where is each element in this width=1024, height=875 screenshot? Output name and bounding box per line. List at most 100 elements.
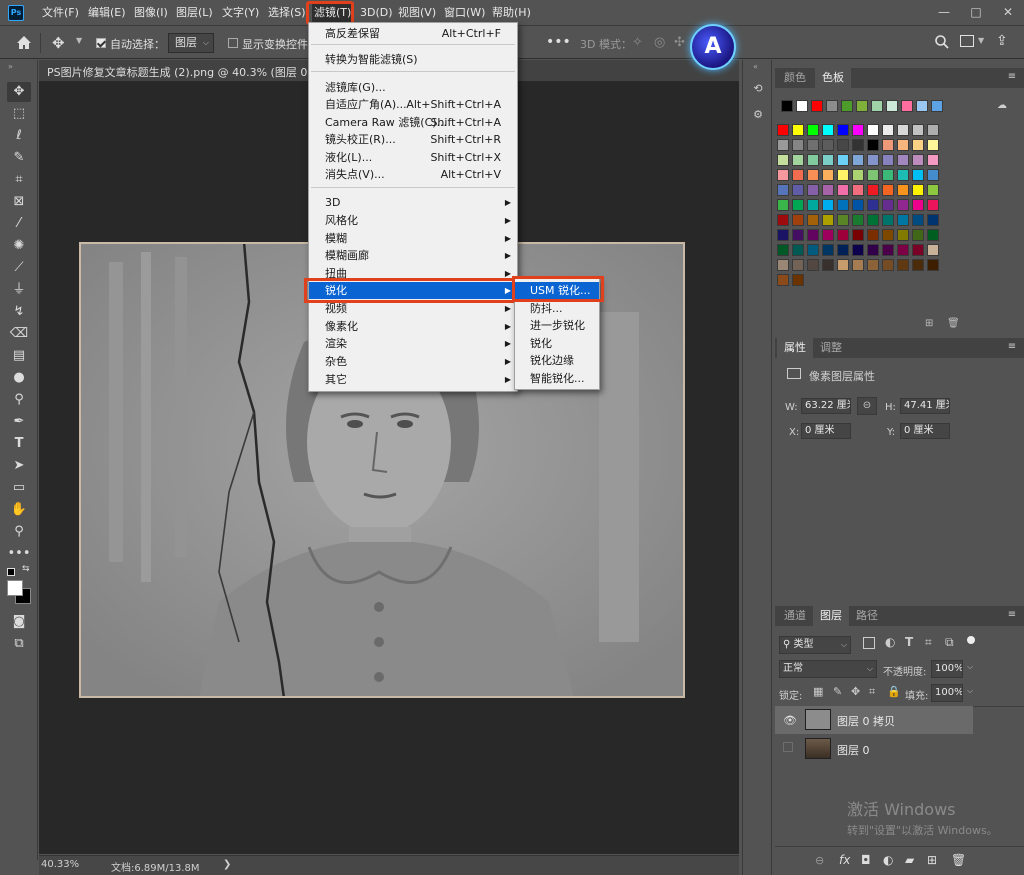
swatch[interactable] bbox=[897, 229, 909, 241]
swatch[interactable] bbox=[927, 184, 939, 196]
tab-layers[interactable]: 图层 bbox=[813, 606, 849, 626]
status-menu-arrow[interactable]: ❯ bbox=[223, 859, 231, 870]
swatch[interactable] bbox=[867, 184, 879, 196]
swatch[interactable] bbox=[927, 214, 939, 226]
x-field[interactable]: 0 厘米 bbox=[801, 423, 851, 439]
swatch[interactable] bbox=[837, 154, 849, 166]
swatch[interactable] bbox=[792, 199, 804, 211]
eye-icon[interactable]: 👁 bbox=[783, 714, 797, 727]
menu-item-blur[interactable]: 模糊 ▶ bbox=[309, 230, 517, 247]
swatch[interactable] bbox=[807, 259, 819, 271]
cloud-library-icon[interactable]: ☁ bbox=[997, 100, 1011, 112]
swatch[interactable] bbox=[867, 259, 879, 271]
swatch[interactable] bbox=[927, 199, 939, 211]
swatch[interactable] bbox=[867, 229, 879, 241]
menu-item-camera-raw[interactable]: Camera Raw 滤镜(C)... Shift+Ctrl+A bbox=[309, 114, 517, 131]
swatch[interactable] bbox=[777, 169, 789, 181]
swatch[interactable] bbox=[792, 259, 804, 271]
chevron-down-icon[interactable]: ⌵ bbox=[967, 662, 973, 672]
swatch[interactable] bbox=[882, 199, 894, 211]
gradient-tool-icon[interactable]: ▤ bbox=[7, 346, 31, 366]
menu-item-pixelate[interactable]: 像素化 ▶ bbox=[309, 318, 517, 335]
swatch[interactable] bbox=[882, 214, 894, 226]
auto-select-dropdown[interactable]: 图层 ⌵ bbox=[168, 33, 214, 53]
swatch[interactable] bbox=[852, 259, 864, 271]
menu-item-noise[interactable]: 杂色 ▶ bbox=[309, 353, 517, 370]
swatch[interactable] bbox=[912, 139, 924, 151]
lasso-tool-icon[interactable]: ℓ bbox=[7, 126, 31, 146]
swatch[interactable] bbox=[912, 169, 924, 181]
auto-select-checkbox[interactable] bbox=[96, 38, 106, 48]
visibility-toggle-icon[interactable] bbox=[783, 742, 793, 752]
swatch[interactable] bbox=[792, 169, 804, 181]
swap-colors-icon[interactable]: ⇆ bbox=[22, 564, 30, 574]
brush-settings-icon[interactable]: ⚙ bbox=[751, 108, 765, 122]
close-button[interactable]: ✕ bbox=[994, 2, 1022, 22]
filter-type-icon[interactable]: T bbox=[905, 635, 913, 649]
screen-mode-icon[interactable]: ⧉ bbox=[7, 634, 31, 654]
type-tool-icon[interactable]: T bbox=[7, 434, 31, 454]
photoshop-logo-icon[interactable]: Ps bbox=[8, 5, 24, 21]
collapse-icon[interactable]: » bbox=[8, 62, 13, 71]
swatch[interactable] bbox=[897, 199, 909, 211]
lock-image-icon[interactable]: ✎ bbox=[833, 685, 842, 698]
y-field[interactable]: 0 厘米 bbox=[900, 423, 950, 439]
menu-image[interactable]: 图像(I) bbox=[132, 4, 170, 22]
delete-layer-icon[interactable]: 🗑 bbox=[951, 853, 966, 867]
menu-item-high-pass[interactable]: 高反差保留 Alt+Ctrl+F bbox=[309, 25, 517, 42]
swatch[interactable] bbox=[807, 244, 819, 256]
tab-properties[interactable]: 属性 bbox=[777, 338, 813, 358]
swatch[interactable] bbox=[931, 100, 943, 112]
menu-item-adaptive-wide-angle[interactable]: 自适应广角(A)... Alt+Shift+Ctrl+A bbox=[309, 96, 517, 113]
swatch[interactable] bbox=[912, 184, 924, 196]
swatch[interactable] bbox=[912, 244, 924, 256]
more-options-icon[interactable]: ••• bbox=[546, 34, 571, 50]
default-colors-icon[interactable] bbox=[7, 568, 15, 576]
zoom-tool-icon[interactable]: ⚲ bbox=[7, 522, 31, 542]
workspace-icon[interactable] bbox=[960, 35, 974, 47]
swatch[interactable] bbox=[927, 154, 939, 166]
swatch[interactable] bbox=[822, 169, 834, 181]
clone-stamp-tool-icon[interactable]: ⏚ bbox=[7, 280, 31, 300]
swatch[interactable] bbox=[807, 139, 819, 151]
swatch[interactable] bbox=[807, 169, 819, 181]
pen-tool-icon[interactable]: ✒ bbox=[7, 412, 31, 432]
swatch[interactable] bbox=[882, 124, 894, 136]
swatch[interactable] bbox=[837, 214, 849, 226]
3d-pan-icon[interactable]: ✣ bbox=[674, 35, 685, 50]
swatch[interactable] bbox=[837, 244, 849, 256]
frame-tool-icon[interactable]: ⊠ bbox=[7, 192, 31, 212]
new-group-icon[interactable]: ▰ bbox=[905, 853, 914, 867]
swatch[interactable] bbox=[826, 100, 838, 112]
link-layers-icon[interactable]: ⊖ bbox=[815, 854, 824, 867]
swatch[interactable] bbox=[912, 259, 924, 271]
swatch[interactable] bbox=[927, 244, 939, 256]
swatch[interactable] bbox=[837, 124, 849, 136]
swatch[interactable] bbox=[777, 154, 789, 166]
hand-tool-icon[interactable]: ✋ bbox=[7, 500, 31, 520]
swatch[interactable] bbox=[912, 154, 924, 166]
swatch[interactable] bbox=[886, 100, 898, 112]
swatch[interactable] bbox=[792, 139, 804, 151]
lock-all-icon[interactable]: 🔒 bbox=[887, 685, 901, 698]
swatch[interactable] bbox=[822, 139, 834, 151]
swatch[interactable] bbox=[807, 124, 819, 136]
menu-item-render[interactable]: 渲染 ▶ bbox=[309, 335, 517, 352]
swatch[interactable] bbox=[897, 184, 909, 196]
swatch[interactable] bbox=[897, 169, 909, 181]
lock-position-icon[interactable]: ✥ bbox=[851, 685, 860, 698]
swatch[interactable] bbox=[777, 139, 789, 151]
menu-item-smart-sharpen[interactable]: 智能锐化... bbox=[515, 370, 599, 387]
height-field[interactable]: 47.41 厘米 bbox=[900, 398, 950, 414]
swatch[interactable] bbox=[912, 229, 924, 241]
swatch[interactable] bbox=[882, 169, 894, 181]
move-tool-icon[interactable]: ✥ bbox=[7, 82, 31, 102]
link-icon[interactable]: ⊝ bbox=[857, 397, 877, 415]
swatch[interactable] bbox=[882, 229, 894, 241]
swatch[interactable] bbox=[927, 124, 939, 136]
rectangle-tool-icon[interactable]: ▭ bbox=[7, 478, 31, 498]
opacity-field[interactable]: 100% bbox=[931, 660, 963, 678]
swatch[interactable] bbox=[897, 139, 909, 151]
tab-paths[interactable]: 路径 bbox=[849, 606, 885, 626]
swatch[interactable] bbox=[897, 259, 909, 271]
